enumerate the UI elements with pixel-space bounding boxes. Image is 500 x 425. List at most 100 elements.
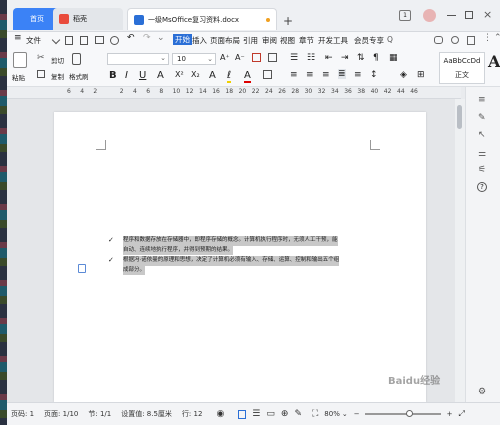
- vertical-scrollbar[interactable]: [455, 99, 465, 402]
- document-page[interactable]: ✓ 程序和数据存放在存储器中，即程序存储的概念。计算机执行程序时，无须人工干预，…: [54, 112, 426, 402]
- subscript-button[interactable]: X₂: [191, 70, 200, 79]
- phonetic-icon[interactable]: [268, 53, 277, 62]
- fullscreen-icon[interactable]: ⤢: [458, 409, 464, 419]
- menu-chapter[interactable]: 章节: [299, 35, 314, 46]
- borders-icon[interactable]: ⊞: [417, 70, 425, 80]
- share-icon[interactable]: [467, 36, 475, 45]
- status-page-count[interactable]: 页面: 1/10: [44, 409, 78, 419]
- window-switch-button[interactable]: 1: [399, 10, 411, 21]
- sliders-icon[interactable]: ⚟: [478, 165, 486, 175]
- redo-icon[interactable]: ↷: [143, 33, 151, 43]
- help-icon[interactable]: ?: [477, 182, 487, 192]
- menu-home[interactable]: 开始: [173, 34, 192, 45]
- decrease-font-button[interactable]: A⁻: [235, 53, 245, 62]
- show-marks-icon[interactable]: ¶: [373, 53, 379, 63]
- italic-button[interactable]: I: [125, 70, 128, 81]
- chevron-down-icon[interactable]: ⌄: [342, 410, 348, 418]
- more-icon[interactable]: ⋮: [483, 33, 492, 43]
- menu-view[interactable]: 视图: [280, 35, 295, 46]
- read-mode-icon[interactable]: ▭: [266, 409, 275, 419]
- strikethrough-button[interactable]: A: [157, 70, 164, 81]
- fit-page-icon[interactable]: ⛶: [312, 409, 318, 419]
- more-quick-access-icon[interactable]: ⌄: [157, 33, 165, 43]
- zoom-in-button[interactable]: +: [447, 410, 453, 418]
- status-row[interactable]: 行: 12: [182, 409, 203, 419]
- underline-button[interactable]: U: [139, 70, 146, 81]
- collaborate-icon[interactable]: [451, 36, 459, 44]
- paste-button[interactable]: 粘贴: [12, 72, 25, 82]
- styles-pane-button[interactable]: A: [488, 52, 500, 71]
- font-name-select[interactable]: ⌄: [107, 53, 169, 65]
- web-layout-icon[interactable]: ⊕: [281, 409, 289, 419]
- panel-toggle-icon[interactable]: ≡: [478, 95, 486, 105]
- tab-document[interactable]: 一级MsOffice复习资料.docx: [127, 8, 277, 30]
- table-icon[interactable]: ▦: [389, 53, 398, 63]
- settings-icon[interactable]: ⚙: [478, 387, 486, 397]
- zoom-level[interactable]: 80%: [324, 410, 340, 418]
- cut-icon[interactable]: ✂: [37, 53, 45, 63]
- cut-button[interactable]: 剪切: [51, 55, 64, 65]
- superscript-button[interactable]: X²: [175, 70, 184, 79]
- align-left-icon[interactable]: ≡: [290, 70, 298, 80]
- menu-references[interactable]: 引用: [243, 35, 258, 46]
- maximize-icon[interactable]: [465, 11, 473, 19]
- status-page-number[interactable]: 页码: 1: [11, 409, 34, 419]
- eye-protection-icon[interactable]: ◉: [216, 409, 224, 419]
- hamburger-icon[interactable]: ≡: [14, 33, 22, 43]
- menu-insert[interactable]: 插入: [192, 35, 207, 46]
- shading-icon[interactable]: ◈: [400, 70, 407, 80]
- menu-developer[interactable]: 开发工具: [318, 35, 348, 46]
- font-color-button[interactable]: A: [244, 70, 251, 83]
- edit-pen-icon[interactable]: ✎: [478, 113, 486, 123]
- font-size-select[interactable]: 10 ⌄: [172, 53, 216, 65]
- zoom-slider[interactable]: [364, 410, 441, 417]
- menu-review[interactable]: 审阅: [262, 35, 277, 46]
- format-painter-button[interactable]: 格式刷: [69, 71, 89, 81]
- numbering-icon[interactable]: ☷: [307, 53, 315, 63]
- chevron-down-icon[interactable]: [51, 35, 61, 45]
- menu-page-layout[interactable]: 页面布局: [210, 35, 240, 46]
- page-view-icon[interactable]: [238, 409, 247, 419]
- status-setting-value[interactable]: 设置值: 8.5厘米: [121, 409, 172, 419]
- status-section[interactable]: 节: 1/1: [88, 409, 111, 419]
- adjust-settings-icon[interactable]: ⚌: [478, 149, 486, 159]
- align-right-icon[interactable]: ≡: [322, 70, 330, 80]
- justify-icon[interactable]: ≣: [338, 69, 346, 79]
- style-gallery[interactable]: AaBbCcDd 正文: [439, 52, 485, 84]
- copy-button[interactable]: 复制: [51, 71, 64, 81]
- bullets-icon[interactable]: ☰: [290, 53, 298, 63]
- scroll-thumb[interactable]: [457, 105, 462, 129]
- highlight-button[interactable]: ℓ: [227, 70, 232, 83]
- align-center-icon[interactable]: ≡: [306, 70, 314, 80]
- decrease-indent-icon[interactable]: ⇤: [325, 53, 333, 63]
- print-icon[interactable]: [95, 36, 104, 44]
- paste-icon[interactable]: [13, 52, 27, 68]
- minimize-icon[interactable]: [447, 15, 456, 16]
- bullet-item-2[interactable]: 根据冯·诺依曼的原理和思想，决定了计算机必须有输入、存储、运算、控制和输出五个组…: [123, 256, 343, 275]
- cloud-sync-icon[interactable]: [434, 36, 443, 44]
- save-icon[interactable]: [65, 36, 73, 45]
- increase-font-button[interactable]: A⁺: [220, 53, 230, 62]
- distributed-icon[interactable]: ≡: [354, 70, 362, 80]
- search-box[interactable]: Q: [387, 35, 393, 44]
- undo-icon[interactable]: ↶: [127, 33, 135, 43]
- close-icon[interactable]: ×: [483, 8, 492, 21]
- outline-view-icon[interactable]: ☰: [252, 409, 260, 419]
- sort-icon[interactable]: ⇅: [357, 53, 365, 63]
- avatar[interactable]: [423, 9, 436, 22]
- tab-docer[interactable]: 稻壳: [53, 8, 123, 30]
- write-mode-icon[interactable]: ✎: [294, 409, 302, 419]
- format-painter-icon[interactable]: [72, 53, 81, 65]
- text-effect-button[interactable]: A: [209, 70, 216, 81]
- bullet-item-1[interactable]: 程序和数据存放在存储器中，即程序存储的概念。计算机执行程序时，无须人工干预，能 …: [123, 236, 343, 255]
- clear-format-icon[interactable]: [252, 53, 261, 62]
- line-spacing-icon[interactable]: ↕: [370, 70, 378, 80]
- char-border-icon[interactable]: [263, 70, 272, 79]
- export-pdf-icon[interactable]: [80, 36, 88, 45]
- copy-icon[interactable]: [37, 70, 45, 78]
- new-tab-button[interactable]: +: [277, 10, 299, 32]
- zoom-slider-thumb[interactable]: [406, 410, 414, 417]
- collapse-ribbon-icon[interactable]: ⌃: [494, 33, 500, 43]
- increase-indent-icon[interactable]: ⇥: [341, 53, 349, 63]
- menu-member[interactable]: 会员专享: [354, 35, 384, 46]
